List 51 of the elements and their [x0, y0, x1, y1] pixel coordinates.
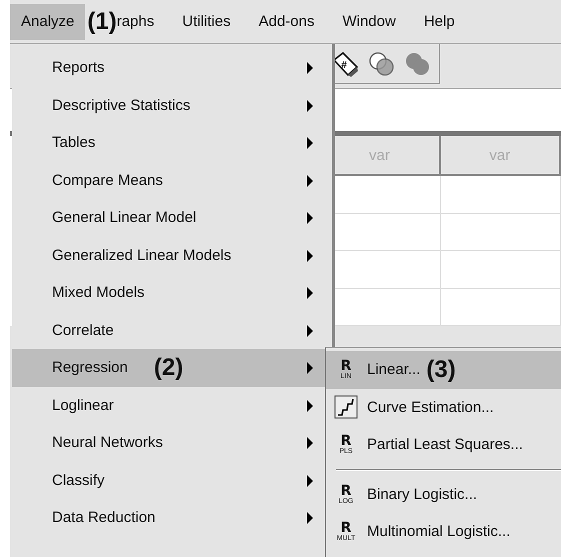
menu-item-label: Curve Estimation...	[367, 398, 494, 416]
menu-bar-item[interactable]: Help	[412, 4, 466, 40]
menu-item-label: Classify	[52, 472, 105, 489]
menu-bar-item[interactable]: Window	[331, 4, 407, 40]
submenu-arrow-icon	[306, 174, 314, 186]
menu-item-label: Compare Means	[52, 172, 163, 189]
grid-cell[interactable]	[440, 176, 561, 214]
annotation-label: (1)	[87, 10, 117, 34]
submenu-arrow-icon	[306, 437, 314, 449]
menu-item-label: Regression	[52, 359, 128, 376]
menu-item-label: Linear...	[367, 361, 420, 378]
submenu-arrow-icon	[306, 212, 314, 224]
menu-item[interactable]: Curve Estimation...	[326, 388, 561, 426]
submenu-arrow-icon	[306, 512, 314, 524]
submenu-arrow-icon	[306, 250, 314, 262]
menu-item-label: Correlate	[52, 322, 114, 339]
submenu-arrow-icon	[306, 100, 314, 112]
grid-cell[interactable]	[440, 214, 561, 251]
menu-item[interactable]: Correlate	[12, 312, 332, 349]
submenu-arrow-icon	[306, 474, 314, 486]
grid-cell[interactable]	[440, 288, 561, 326]
menu-item-label: Binary Logistic...	[367, 486, 478, 503]
menu-item-label: Reports	[52, 59, 105, 76]
menu-item-label: Partial Least Squares...	[367, 436, 523, 454]
submenu-arrow-icon	[306, 62, 314, 74]
submenu-arrow-icon	[306, 324, 314, 336]
menu-item-label: Descriptive Statistics	[52, 96, 190, 114]
menu-item-label: Tables	[52, 134, 96, 152]
grid-cell[interactable]	[440, 251, 561, 288]
menu-item-label: General Linear Model	[52, 209, 196, 226]
menu-item-label: Loglinear	[52, 396, 114, 414]
menu-item-label: Mixed Models	[52, 284, 145, 302]
annotation-label: (2)	[154, 356, 184, 380]
menu-bar-item[interactable]: Analyze	[10, 4, 86, 40]
menu-item-label: Neural Networks	[52, 434, 163, 452]
menu-item-label: Multinomial Logistic...	[367, 523, 510, 540]
submenu-arrow-icon	[306, 287, 314, 299]
menu-bar-item[interactable]: Add-ons	[248, 4, 326, 40]
submenu-arrow-icon	[306, 137, 314, 149]
menu-item-label: Data Reduction	[52, 509, 156, 526]
menu-item[interactable]: Generalized Linear Models	[12, 236, 332, 274]
menu-item[interactable]: Reports	[12, 49, 332, 86]
menu-bar-item[interactable]: Utilities	[171, 4, 242, 40]
submenu-arrow-icon	[306, 400, 314, 412]
annotation-label: (3)	[426, 358, 456, 382]
menu-bar-item[interactable]: raphs	[116, 4, 166, 40]
curve-chart-icon	[334, 395, 358, 420]
menu-item-label: Generalized Linear Models	[52, 246, 232, 264]
submenu-arrow-icon	[306, 362, 314, 374]
menu-item[interactable]: Mixed Models	[12, 274, 332, 312]
menu-item[interactable]: General Linear Model	[12, 199, 332, 236]
